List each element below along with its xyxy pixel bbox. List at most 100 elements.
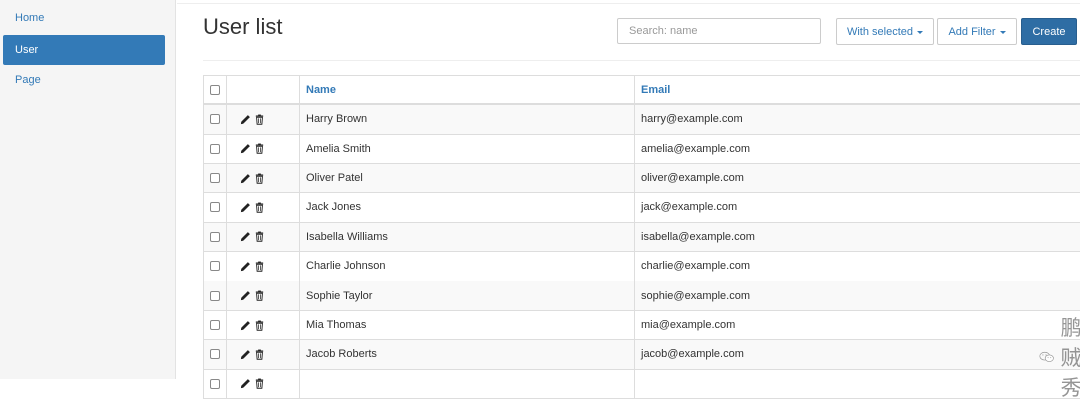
search-input[interactable] — [617, 18, 821, 44]
delete-trash-icon[interactable] — [254, 349, 265, 360]
row-actions — [226, 163, 299, 193]
delete-trash-icon[interactable] — [254, 114, 265, 125]
delete-trash-icon[interactable] — [254, 320, 265, 331]
row-select-cell — [203, 252, 226, 281]
watermark-text: 鹏哥贼优秀 — [1060, 316, 1080, 400]
row-checkbox[interactable] — [210, 349, 220, 360]
caret-down-icon — [999, 30, 1006, 34]
row-checkbox[interactable] — [210, 114, 220, 125]
email-cell: jacob@example.com — [634, 340, 1080, 369]
name-cell: Jack Jones — [299, 193, 634, 222]
user-name: Oliver Patel — [306, 172, 363, 185]
table-row: Jacob Roberts jacob@example.com — [203, 340, 1080, 370]
wechat-icon — [1039, 351, 1054, 362]
edit-pencil-icon[interactable] — [240, 320, 251, 331]
select-all-checkbox[interactable] — [210, 84, 220, 95]
delete-trash-icon[interactable] — [254, 202, 265, 213]
row-checkbox[interactable] — [210, 290, 220, 301]
user-email: charlie@example.com — [641, 260, 750, 273]
row-actions — [226, 340, 299, 369]
name-cell: Mia Thomas — [299, 310, 634, 340]
edit-pencil-icon[interactable] — [240, 378, 251, 389]
row-checkbox[interactable] — [210, 320, 220, 331]
edit-pencil-icon[interactable] — [240, 202, 251, 213]
with-selected-button[interactable]: With selected — [836, 18, 934, 45]
delete-trash-icon[interactable] — [254, 290, 265, 301]
edit-pencil-icon[interactable] — [240, 349, 251, 360]
delete-trash-icon[interactable] — [254, 261, 265, 272]
row-checkbox[interactable] — [210, 202, 220, 213]
edit-pencil-icon[interactable] — [240, 261, 251, 272]
edit-pencil-icon[interactable] — [240, 173, 251, 184]
name-cell: Isabella Williams — [299, 222, 634, 252]
delete-trash-icon[interactable] — [254, 231, 265, 243]
email-cell: amelia@example.com — [634, 134, 1080, 163]
email-cell — [634, 369, 1080, 399]
sidebar: Home User Page — [0, 0, 176, 379]
row-select-cell — [203, 281, 226, 310]
row-checkbox[interactable] — [210, 173, 220, 184]
email-cell: sophie@example.com — [634, 281, 1080, 310]
caret-down-icon — [917, 30, 924, 34]
email-cell: charlie@example.com — [634, 252, 1080, 281]
row-select-cell — [203, 222, 226, 252]
table-row: Charlie Johnson charlie@example.com — [203, 252, 1080, 282]
row-checkbox[interactable] — [210, 143, 220, 154]
table-row: Oliver Patel oliver@example.com — [203, 163, 1080, 194]
name-cell — [299, 369, 634, 399]
row-select-cell — [203, 369, 226, 399]
table-header-row: Name Email — [203, 75, 1080, 105]
page-title: User list — [203, 14, 283, 39]
delete-trash-icon[interactable] — [254, 173, 265, 184]
row-actions — [226, 310, 299, 340]
row-select-cell — [203, 310, 226, 340]
edit-pencil-icon[interactable] — [240, 231, 251, 242]
email-column-header: Email — [634, 76, 1080, 103]
user-name: Harry Brown — [306, 113, 368, 126]
sidebar-item-user[interactable]: User — [3, 35, 165, 65]
sidebar-item-page[interactable]: Page — [3, 65, 165, 95]
delete-trash-icon[interactable] — [254, 378, 265, 390]
edit-pencil-icon[interactable] — [240, 114, 251, 125]
user-name: Jack Jones — [306, 201, 362, 214]
edit-pencil-icon[interactable] — [240, 290, 251, 301]
user-name: Jacob Roberts — [306, 348, 377, 361]
edit-pencil-icon[interactable] — [240, 143, 251, 154]
table-row — [203, 369, 1080, 400]
user-email: sophie@example.com — [641, 289, 750, 302]
user-name: Charlie Johnson — [306, 260, 386, 273]
user-name: Mia Thomas — [306, 319, 367, 332]
user-email: amelia@example.com — [641, 142, 750, 155]
user-email: jack@example.com — [641, 201, 738, 214]
user-email: jacob@example.com — [641, 348, 744, 361]
select-all-cell — [203, 76, 226, 103]
main-content: User list With selected Add Filter Creat… — [177, 0, 1080, 400]
sidebar-item-home[interactable]: Home — [3, 3, 165, 33]
table-row: Amelia Smith amelia@example.com — [203, 134, 1080, 164]
name-column-header: Name — [299, 76, 634, 103]
name-cell: Jacob Roberts — [299, 340, 634, 369]
row-select-cell — [203, 134, 226, 163]
add-filter-button[interactable]: Add Filter — [937, 18, 1017, 45]
actions-header — [226, 76, 299, 103]
row-checkbox[interactable] — [210, 231, 220, 242]
top-divider — [177, 3, 1080, 4]
row-checkbox[interactable] — [210, 261, 220, 272]
name-cell: Charlie Johnson — [299, 252, 634, 281]
user-email: harry@example.com — [641, 113, 743, 126]
row-checkbox[interactable] — [210, 378, 220, 389]
sort-by-name-link[interactable]: Name — [306, 84, 336, 96]
email-cell: jack@example.com — [634, 193, 1080, 222]
create-button[interactable]: Create — [1021, 18, 1077, 45]
name-cell: Oliver Patel — [299, 163, 634, 193]
delete-trash-icon[interactable] — [254, 143, 265, 154]
row-actions — [226, 252, 299, 281]
table-row: Jack Jones jack@example.com — [203, 193, 1080, 223]
user-email: mia@example.com — [641, 319, 736, 332]
sort-by-email-link[interactable]: Email — [641, 84, 670, 96]
table-row: Harry Brown harry@example.com — [203, 105, 1080, 135]
with-selected-label: With selected — [846, 25, 914, 38]
user-email: oliver@example.com — [641, 172, 744, 185]
row-actions — [226, 134, 299, 163]
table-row: Sophie Taylor sophie@example.com — [203, 281, 1080, 311]
